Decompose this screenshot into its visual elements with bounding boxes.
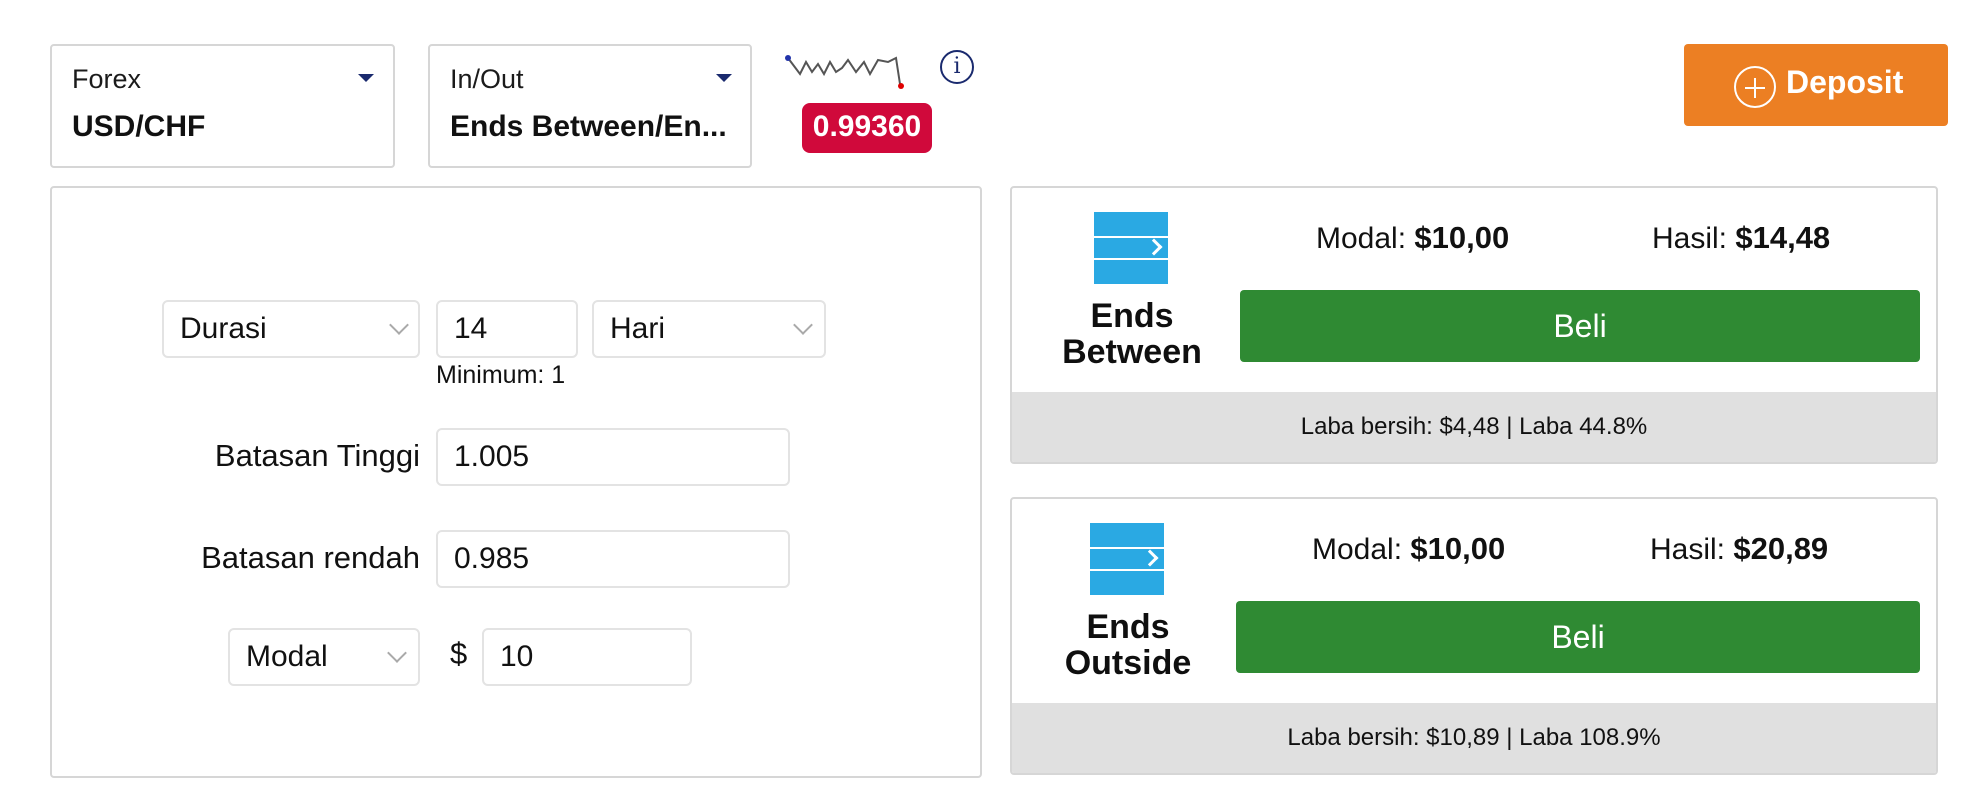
buy-button[interactable]: Beli bbox=[1240, 290, 1920, 362]
contract-type-icon bbox=[1094, 212, 1168, 284]
lower-limit-input[interactable]: 0.985 bbox=[436, 530, 790, 588]
buy-button[interactable]: Beli bbox=[1236, 601, 1920, 673]
duration-input[interactable]: 14 bbox=[436, 300, 578, 358]
deposit-label: Deposit bbox=[1786, 64, 1904, 100]
option-card-ends-outside: Ends Outside Modal: $10,00 Hasil: $20,89… bbox=[1010, 497, 1938, 775]
net-profit-footer: Laba bersih: $10,89 | Laba 108.9% bbox=[1012, 703, 1936, 773]
duration-value: 14 bbox=[454, 312, 488, 345]
net-profit-footer: Laba bersih: $4,48 | Laba 44.8% bbox=[1012, 392, 1936, 462]
lower-limit-value: 0.985 bbox=[454, 542, 530, 575]
contract-type-category: In/Out bbox=[450, 64, 524, 94]
current-price-badge: 0.99360 bbox=[802, 103, 932, 153]
contract-type-selector[interactable]: In/Out Ends Between/En... bbox=[428, 44, 752, 168]
sparkline-icon bbox=[785, 55, 904, 89]
asset-category: Forex bbox=[72, 64, 142, 94]
option-name: Ends Outside bbox=[1064, 608, 1192, 682]
stake-summary: Modal: $10,00 bbox=[1312, 531, 1506, 566]
chevron-down-icon bbox=[387, 643, 407, 663]
stake-summary: Modal: $10,00 bbox=[1316, 220, 1510, 255]
payout-summary: Hasil: $20,89 bbox=[1650, 531, 1829, 566]
currency-symbol: $ bbox=[450, 636, 468, 671]
upper-limit-input[interactable]: 1.005 bbox=[436, 428, 790, 486]
duration-unit-value: Hari bbox=[610, 312, 666, 345]
contract-type-value: Ends Between/En... bbox=[450, 110, 727, 143]
duration-select[interactable]: Durasi bbox=[162, 300, 420, 358]
stake-type-select[interactable]: Modal bbox=[228, 628, 420, 686]
stake-input[interactable]: 10 bbox=[482, 628, 692, 686]
chevron-down-icon bbox=[389, 315, 409, 335]
lower-limit-label: Batasan rendah bbox=[201, 540, 420, 575]
info-icon[interactable]: i bbox=[940, 50, 974, 84]
upper-limit-value: 1.005 bbox=[454, 440, 530, 473]
asset-value: USD/CHF bbox=[72, 110, 206, 143]
stake-type-label: Modal bbox=[246, 640, 328, 673]
plus-circle-icon bbox=[1734, 66, 1776, 108]
chevron-down-icon bbox=[793, 315, 813, 335]
chevron-down-icon bbox=[716, 74, 732, 82]
duration-unit-select[interactable]: Hari bbox=[592, 300, 826, 358]
option-card-ends-between: Ends Between Modal: $10,00 Hasil: $14,48… bbox=[1010, 186, 1938, 464]
payout-summary: Hasil: $14,48 bbox=[1652, 220, 1831, 255]
duration-label: Durasi bbox=[180, 312, 267, 345]
stake-value: 10 bbox=[500, 640, 534, 673]
option-name: Ends Between bbox=[1062, 297, 1202, 371]
deposit-button[interactable]: Deposit bbox=[1684, 44, 1948, 126]
upper-limit-label: Batasan Tinggi bbox=[214, 438, 420, 473]
chevron-down-icon bbox=[358, 74, 374, 82]
asset-selector[interactable]: Forex USD/CHF bbox=[50, 44, 395, 168]
contract-type-icon bbox=[1090, 523, 1164, 595]
duration-minimum-hint: Minimum: 1 bbox=[436, 361, 566, 389]
